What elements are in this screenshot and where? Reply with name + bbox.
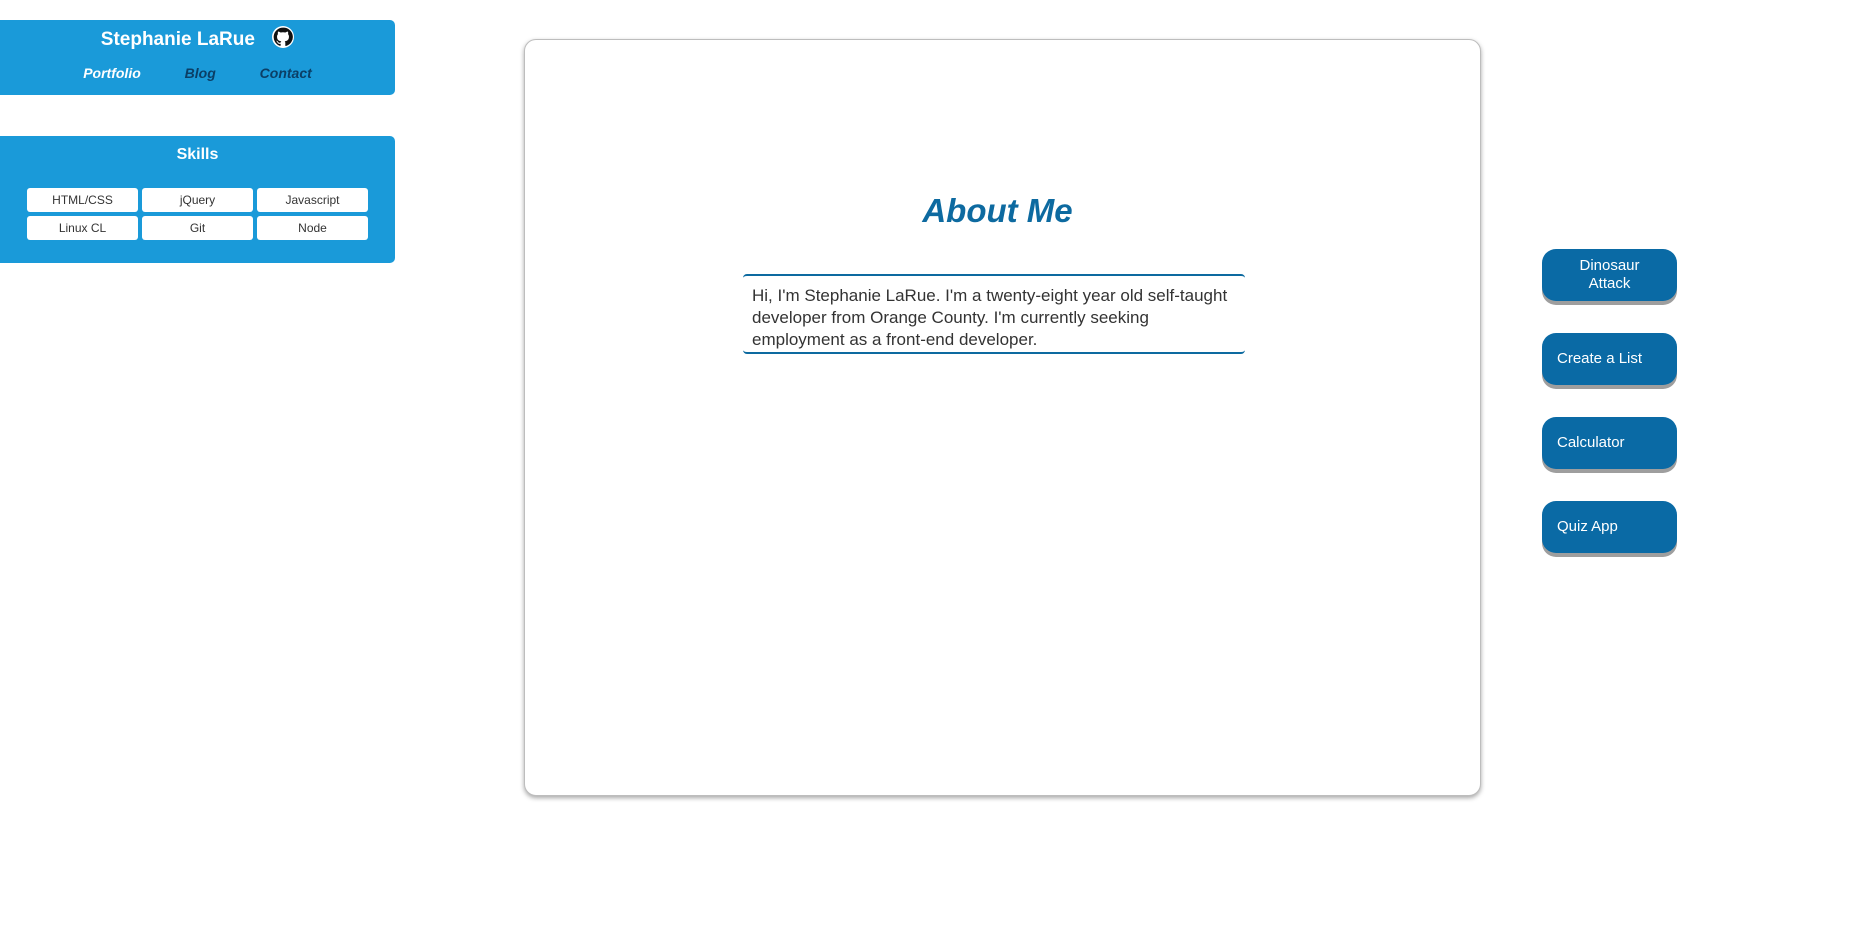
page: Stephanie LaRue Portfolio Blog Contact S… xyxy=(0,0,1871,949)
skills-title: Skills xyxy=(176,146,219,163)
skills-card: Skills HTML/CSS jQuery Javascript Linux … xyxy=(0,136,395,263)
skills-grid: HTML/CSS jQuery Javascript Linux CL Git … xyxy=(27,188,369,240)
header-title-row: Stephanie LaRue xyxy=(0,26,395,52)
nav-contact-link[interactable]: Contact xyxy=(260,65,312,81)
about-text-box: Hi, I'm Stephanie LaRue. I'm a twenty-ei… xyxy=(743,274,1245,354)
main-content-panel: About Me Hi, I'm Stephanie LaRue. I'm a … xyxy=(524,39,1481,796)
skill-badge: Linux CL xyxy=(27,216,138,240)
skill-badge: Git xyxy=(142,216,253,240)
header-card: Stephanie LaRue Portfolio Blog Contact xyxy=(0,20,395,95)
github-icon[interactable] xyxy=(272,26,295,48)
calculator-button[interactable]: Calculator xyxy=(1542,417,1677,469)
skill-badge: HTML/CSS xyxy=(27,188,138,212)
create-a-list-button[interactable]: Create a List xyxy=(1542,333,1677,385)
project-buttons: Dinosaur Attack Create a List Calculator… xyxy=(1542,249,1677,585)
skill-badge: Javascript xyxy=(257,188,368,212)
skill-badge: jQuery xyxy=(142,188,253,212)
dinosaur-attack-button[interactable]: Dinosaur Attack xyxy=(1542,249,1677,301)
about-heading: About Me xyxy=(922,192,1073,229)
site-owner-name: Stephanie LaRue xyxy=(100,29,255,50)
nav-portfolio-link[interactable]: Portfolio xyxy=(83,65,141,81)
header-nav: Portfolio Blog Contact xyxy=(0,65,395,81)
quiz-app-button[interactable]: Quiz App xyxy=(1542,501,1677,553)
skill-badge: Node xyxy=(257,216,368,240)
nav-blog-link[interactable]: Blog xyxy=(185,65,216,81)
